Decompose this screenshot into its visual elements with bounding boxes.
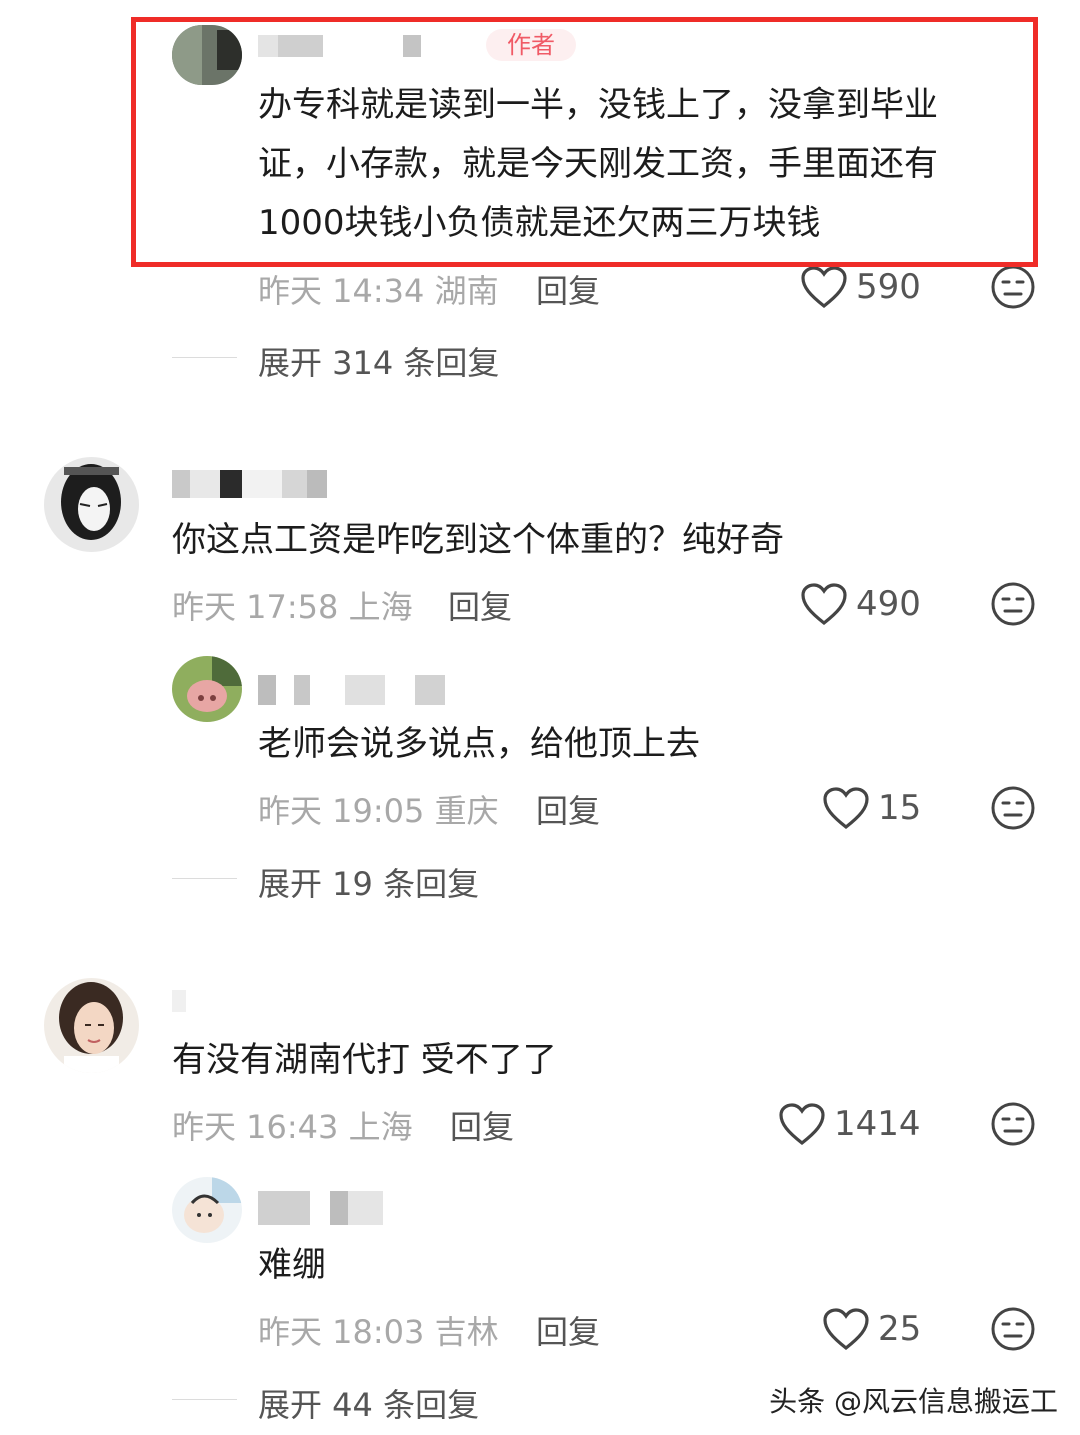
- heart-outline-icon: [800, 582, 848, 626]
- comment-text-line: 办专科就是读到一半，没钱上了，没拿到毕业: [258, 85, 938, 125]
- heart-outline-icon: [800, 265, 848, 309]
- reply-button[interactable]: 回复: [448, 582, 512, 628]
- meh-face-icon[interactable]: [990, 264, 1036, 314]
- comment-text-line: 证，小存款，就是今天刚发工资，手里面还有: [258, 144, 938, 184]
- reply-button[interactable]: 回复: [536, 1307, 600, 1353]
- comment-text-line: 你这点工资是咋吃到这个体重的？纯好奇: [172, 520, 784, 560]
- like-count: 15: [878, 788, 922, 828]
- like-count: 1414: [834, 1104, 921, 1144]
- heart-outline-icon: [778, 1102, 826, 1146]
- like-count: 25: [878, 1309, 922, 1349]
- username-blurred[interactable]: [172, 990, 192, 1012]
- heart-outline-icon: [822, 786, 870, 830]
- expand-replies-button[interactable]: 展开 44 条回复: [258, 1380, 479, 1426]
- username-blurred[interactable]: [172, 470, 347, 498]
- like-button[interactable]: 1414: [778, 1102, 921, 1146]
- avatar[interactable]: [172, 1177, 242, 1243]
- username-blurred[interactable]: [258, 35, 458, 57]
- avatar[interactable]: [44, 978, 139, 1073]
- comment-meta: 昨天 18:03 吉林: [258, 1313, 499, 1351]
- like-button[interactable]: 490: [800, 582, 921, 626]
- comment-text-line: 有没有湖南代打 受不了了: [172, 1040, 557, 1080]
- like-count: 490: [856, 584, 921, 624]
- reply-button[interactable]: 回复: [536, 786, 600, 832]
- watermark: 头条 @风云信息搬运工: [769, 1385, 1058, 1418]
- expand-replies-button[interactable]: 展开 19 条回复: [258, 859, 479, 905]
- comment-meta: 昨天 14:34 湖南: [258, 272, 499, 310]
- comment-text-line: 难绷: [258, 1245, 326, 1285]
- divider: [172, 878, 237, 879]
- avatar[interactable]: [44, 457, 139, 552]
- meh-face-icon[interactable]: [990, 581, 1036, 631]
- like-button[interactable]: 25: [822, 1307, 921, 1351]
- meh-face-icon[interactable]: [990, 1306, 1036, 1356]
- meh-face-icon[interactable]: [990, 1101, 1036, 1151]
- heart-outline-icon: [822, 1307, 870, 1351]
- comment-meta: 昨天 17:58 上海: [172, 588, 413, 626]
- comment-text-line: 1000块钱小负债就是还欠两三万块钱: [258, 203, 821, 243]
- like-button[interactable]: 15: [822, 786, 921, 830]
- divider: [172, 357, 237, 358]
- author-badge: 作者: [486, 29, 576, 61]
- expand-replies-button[interactable]: 展开 314 条回复: [258, 338, 499, 384]
- avatar[interactable]: [172, 25, 242, 85]
- comment-meta: 昨天 16:43 上海: [172, 1108, 413, 1146]
- like-button[interactable]: 590: [800, 265, 921, 309]
- reply-button[interactable]: 回复: [450, 1102, 514, 1148]
- reply-button[interactable]: 回复: [536, 266, 600, 312]
- avatar[interactable]: [172, 656, 242, 722]
- like-count: 590: [856, 267, 921, 307]
- username-blurred[interactable]: [258, 675, 453, 705]
- username-blurred[interactable]: [258, 1191, 383, 1225]
- divider: [172, 1399, 237, 1400]
- comment-text-line: 老师会说多说点，给他顶上去: [258, 724, 700, 764]
- meh-face-icon[interactable]: [990, 785, 1036, 835]
- comment-meta: 昨天 19:05 重庆: [258, 792, 499, 830]
